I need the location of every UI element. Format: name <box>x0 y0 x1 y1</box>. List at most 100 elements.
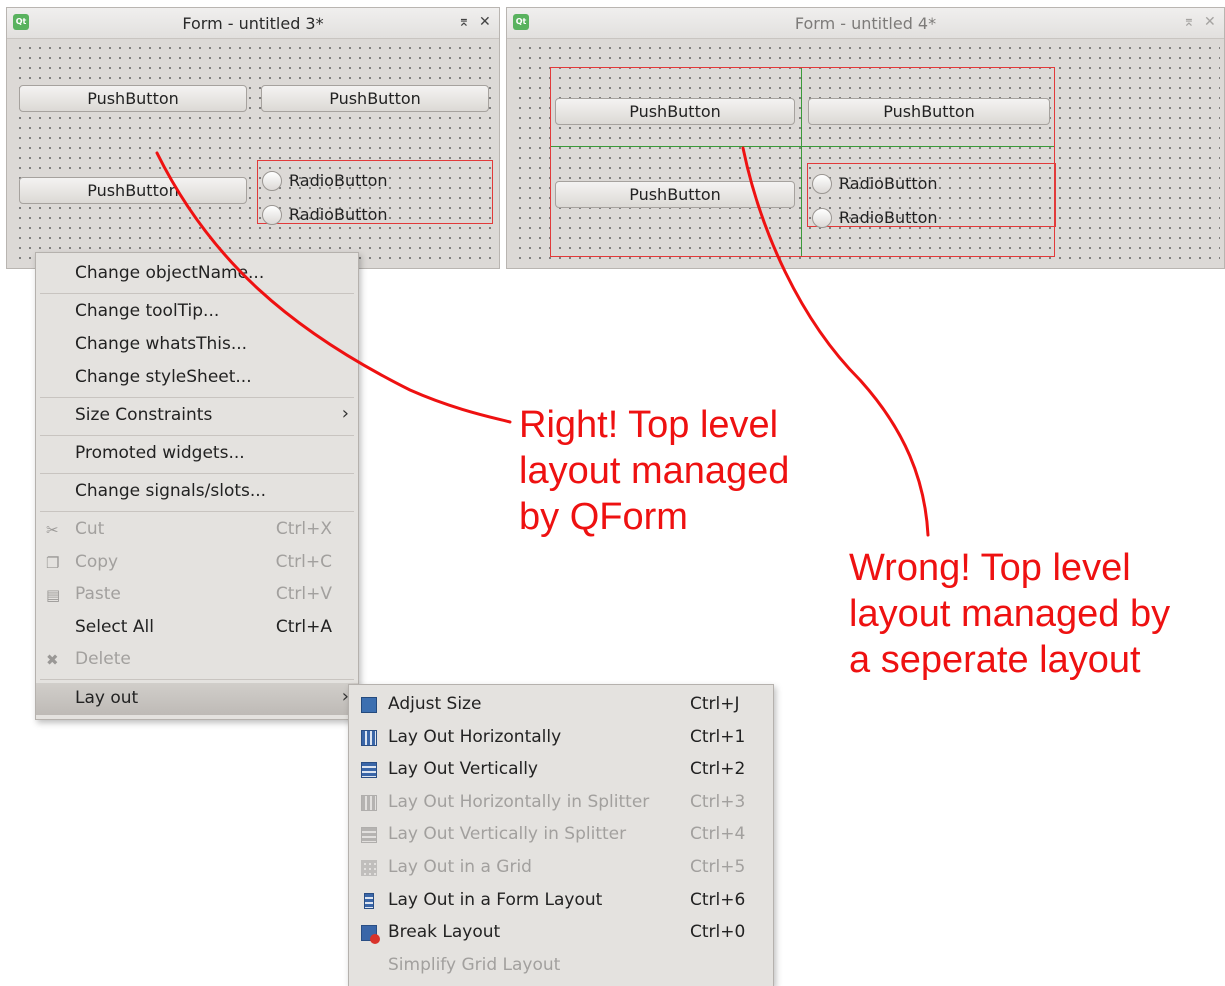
break-layout-icon <box>361 925 380 944</box>
grid-layout-icon <box>361 860 377 876</box>
menu-item-lay-out[interactable]: Lay out › <box>36 683 358 715</box>
menu-item-shortcut: Ctrl+C <box>275 552 332 572</box>
menu-item-size-constraints[interactable]: Size Constraints › <box>36 400 358 432</box>
menu-item-horizontal-splitter[interactable]: Lay Out Horizontally in Splitter Ctrl+3 <box>349 787 773 819</box>
form-canvas[interactable]: PushButton PushButton PushButton RadioBu… <box>11 39 495 264</box>
form-layout-icon <box>364 893 374 909</box>
menu-item-label: Lay out <box>75 688 139 708</box>
horizontal-splitter-icon <box>361 795 377 811</box>
radio-indicator[interactable] <box>262 171 282 191</box>
menu-item-paste[interactable]: ▤ Paste Ctrl+V <box>36 579 358 611</box>
menu-item-shortcut: Ctrl+6 <box>690 890 746 910</box>
menu-item-shortcut: Ctrl+4 <box>690 824 746 844</box>
push-button-3[interactable]: PushButton <box>19 177 247 204</box>
menu-item-delete[interactable]: ✖ Delete <box>36 644 358 676</box>
menu-item-change-stylesheet[interactable]: Change styleSheet... <box>36 362 358 394</box>
push-button-1[interactable]: PushButton <box>555 98 795 125</box>
minimize-icon[interactable]: ⌆ <box>1183 14 1195 30</box>
menu-item-shortcut: Ctrl+0 <box>690 922 746 942</box>
menu-item-break-layout[interactable]: Break Layout Ctrl+0 <box>349 917 773 949</box>
radio-indicator[interactable] <box>262 205 282 225</box>
menu-item-change-signals-slots[interactable]: Change signals/slots... <box>36 476 358 508</box>
menu-item-lay-out-horizontally[interactable]: Lay Out Horizontally Ctrl+1 <box>349 722 773 754</box>
menu-item-label: Promoted widgets... <box>75 443 245 463</box>
window-title: Form - untitled 4* <box>794 14 937 33</box>
radio-indicator[interactable] <box>812 174 832 194</box>
menu-item-label: Break Layout <box>388 922 501 942</box>
menu-item-label: Copy <box>75 552 119 572</box>
annotation-right: Right! Top level layout managed by QForm <box>519 404 790 538</box>
menu-item-label: Simplify Grid Layout <box>388 955 561 975</box>
paste-icon: ▤ <box>46 586 61 604</box>
menu-item-label: Lay Out Horizontally in Splitter <box>388 792 650 812</box>
menu-separator <box>40 473 354 474</box>
vertical-layout-icon <box>361 762 377 778</box>
scissors-icon: ✂ <box>46 521 59 539</box>
menu-item-lay-out-vertically[interactable]: Lay Out Vertically Ctrl+2 <box>349 754 773 786</box>
push-button-3[interactable]: PushButton <box>555 181 795 208</box>
menu-item-label: Lay Out Horizontally <box>388 727 562 747</box>
menu-item-shortcut: Ctrl+X <box>275 519 332 539</box>
menu-item-label: Cut <box>75 519 105 539</box>
menu-item-label: Change signals/slots... <box>75 481 267 501</box>
menu-separator <box>40 511 354 512</box>
menu-item-label: Change styleSheet... <box>75 367 252 387</box>
menu-separator <box>40 679 354 680</box>
grid-divider-vertical <box>801 68 802 256</box>
adjust-size-icon <box>361 697 377 713</box>
menu-item-cut[interactable]: ✂ Cut Ctrl+X <box>36 514 358 546</box>
menu-item-adjust-size[interactable]: Adjust Size Ctrl+J <box>349 689 773 721</box>
menu-item-change-objectname[interactable]: Change objectName... <box>36 258 358 290</box>
menu-separator <box>40 397 354 398</box>
menu-item-label: Size Constraints <box>75 405 213 425</box>
radio-label: RadioButton <box>839 174 938 193</box>
menu-item-label: Paste <box>75 584 121 604</box>
menu-item-form-layout[interactable]: Lay Out in a Form Layout Ctrl+6 <box>349 885 773 917</box>
submenu-arrow-icon: › <box>341 403 349 424</box>
menu-item-shortcut: Ctrl+5 <box>690 857 746 877</box>
menu-item-label: Select All <box>75 617 154 637</box>
menu-item-simplify-grid[interactable]: Simplify Grid Layout <box>349 950 773 982</box>
annotation-wrong: Wrong! Top level layout managed by a sep… <box>849 547 1171 681</box>
menu-separator <box>40 435 354 436</box>
menu-item-shortcut: Ctrl+1 <box>690 727 746 747</box>
vertical-splitter-icon <box>361 827 377 843</box>
menu-item-change-tooltip[interactable]: Change toolTip... <box>36 296 358 328</box>
window-titlebar[interactable]: Qt Form - untitled 4* ⌆ ✕ <box>507 8 1224 39</box>
form-canvas[interactable]: PushButton PushButton PushButton RadioBu… <box>511 39 1220 264</box>
horizontal-layout-icon <box>361 730 377 746</box>
window-titlebar[interactable]: Qt Form - untitled 3* ⌆ ✕ <box>7 8 499 39</box>
menu-item-label: Change toolTip... <box>75 301 220 321</box>
radio-label: RadioButton <box>839 208 938 227</box>
menu-item-shortcut: Ctrl+V <box>275 584 332 604</box>
form-window-untitled-4: Qt Form - untitled 4* ⌆ ✕ PushButton Pus… <box>506 7 1225 269</box>
delete-icon: ✖ <box>46 651 59 669</box>
push-button-1[interactable]: PushButton <box>19 85 247 112</box>
menu-item-shortcut: Ctrl+J <box>690 694 740 714</box>
radio-indicator[interactable] <box>812 208 832 228</box>
menu-item-shortcut: Ctrl+A <box>275 617 332 637</box>
menu-item-select-all[interactable]: Select All Ctrl+A <box>36 612 358 644</box>
menu-item-label: Delete <box>75 649 131 669</box>
menu-item-promoted-widgets[interactable]: Promoted widgets... <box>36 438 358 470</box>
push-button-2[interactable]: PushButton <box>808 98 1050 125</box>
radio-label: RadioButton <box>289 205 388 224</box>
grid-layout-box <box>550 67 1055 257</box>
minimize-icon[interactable]: ⌆ <box>458 14 470 30</box>
menu-item-label: Lay Out Vertically <box>388 759 538 779</box>
menu-item-shortcut: Ctrl+3 <box>690 792 746 812</box>
menu-separator <box>40 293 354 294</box>
menu-item-change-whatsthis[interactable]: Change whatsThis... <box>36 329 358 361</box>
copy-icon: ❐ <box>46 554 60 572</box>
menu-item-label: Lay Out in a Form Layout <box>388 890 603 910</box>
grid-divider-horizontal <box>551 146 1054 147</box>
push-button-2[interactable]: PushButton <box>261 85 489 112</box>
close-icon[interactable]: ✕ <box>479 14 491 30</box>
close-icon[interactable]: ✕ <box>1204 14 1216 30</box>
menu-item-grid-layout[interactable]: Lay Out in a Grid Ctrl+5 <box>349 852 773 884</box>
menu-item-shortcut: Ctrl+2 <box>690 759 746 779</box>
menu-item-label: Lay Out in a Grid <box>388 857 532 877</box>
menu-item-copy[interactable]: ❐ Copy Ctrl+C <box>36 547 358 579</box>
menu-item-vertical-splitter[interactable]: Lay Out Vertically in Splitter Ctrl+4 <box>349 819 773 851</box>
context-menu: Change objectName... Change toolTip... C… <box>35 252 359 720</box>
